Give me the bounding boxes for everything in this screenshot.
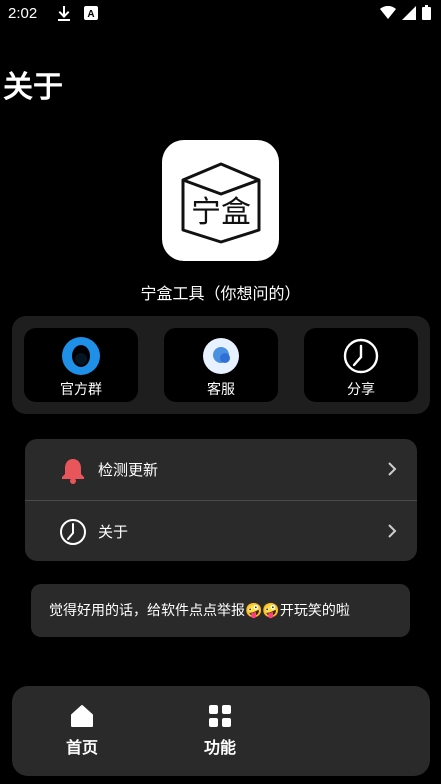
wifi-icon xyxy=(380,5,396,24)
nav-features-label: 功能 xyxy=(203,738,236,757)
home-icon xyxy=(70,704,94,728)
customer-service-button[interactable]: 客服 xyxy=(164,328,278,402)
share-button[interactable]: 分享 xyxy=(304,328,418,402)
about-label: 关于 xyxy=(98,523,129,541)
grid-icon xyxy=(208,704,232,728)
settings-list: 检测更新 关于 xyxy=(25,439,417,561)
signal-icon xyxy=(402,5,416,24)
app-name: 宁盒工具（你想问的） xyxy=(140,284,301,303)
nav-features[interactable]: 功能 xyxy=(180,704,260,760)
nav-home-label: 首页 xyxy=(65,738,98,757)
text-notification-icon: A xyxy=(84,5,98,24)
status-right-group xyxy=(380,5,431,24)
svg-text:宁盒: 宁盒 xyxy=(191,195,251,230)
check-update-row[interactable]: 检测更新 xyxy=(25,439,417,500)
download-icon xyxy=(57,5,71,25)
message-card: 觉得好用的话，给软件点点举报🤪🤪开玩笑的啦 xyxy=(31,584,410,637)
battery-icon xyxy=(422,5,431,24)
bottom-nav: 首页 功能 xyxy=(12,686,430,776)
official-group-button[interactable]: 官方群 xyxy=(24,328,138,402)
qq-penguin-icon xyxy=(62,337,100,375)
clock-icon xyxy=(342,337,380,375)
clock-icon xyxy=(59,518,87,546)
page-title: 关于 xyxy=(3,70,63,105)
chevron-right-icon xyxy=(387,461,397,477)
message-text: 觉得好用的话，给软件点点举报🤪🤪开玩笑的啦 xyxy=(49,603,350,619)
quick-actions-panel: 官方群 客服 分享 xyxy=(12,316,430,414)
bell-icon xyxy=(59,456,87,484)
official-group-label: 官方群 xyxy=(60,382,102,398)
about-row[interactable]: 关于 xyxy=(25,501,417,561)
customer-service-label: 客服 xyxy=(207,382,235,398)
app-logo: 宁盒 xyxy=(162,140,279,261)
check-update-label: 检测更新 xyxy=(98,461,159,479)
chevron-right-icon xyxy=(387,523,397,539)
status-time: 2:02 xyxy=(8,5,38,22)
nav-home[interactable]: 首页 xyxy=(42,704,122,760)
svg-text:A: A xyxy=(87,9,94,20)
customer-service-icon xyxy=(202,337,240,375)
share-label: 分享 xyxy=(347,382,375,398)
